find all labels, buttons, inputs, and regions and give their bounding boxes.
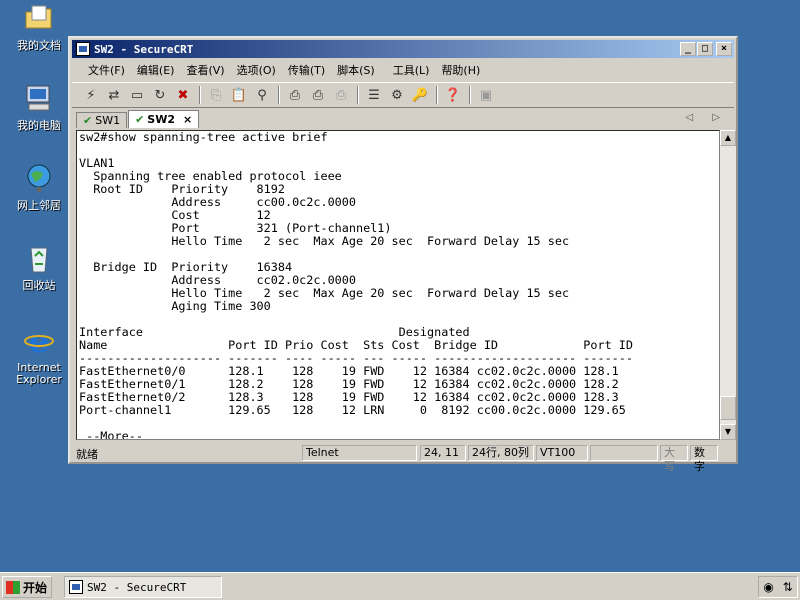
volume-icon[interactable]: ◉ bbox=[763, 580, 773, 594]
menu-script[interactable]: 脚本(S) bbox=[331, 62, 381, 78]
quick-connect-icon[interactable]: ⇄ bbox=[103, 85, 125, 105]
window-titlebar[interactable]: SW2 - SecureCRT _ □ × bbox=[72, 40, 734, 58]
help-icon[interactable]: ❓ bbox=[442, 85, 464, 105]
start-label: 开始 bbox=[23, 580, 48, 595]
terminal-scrollbar[interactable]: ▲ ▼ bbox=[720, 130, 736, 440]
print-setup-icon[interactable]: ⎙ bbox=[330, 85, 352, 105]
securecrt-app-icon bbox=[69, 580, 83, 594]
scroll-up-icon[interactable]: ▲ bbox=[720, 130, 736, 146]
recycle-bin-icon bbox=[30, 247, 48, 273]
menu-tools[interactable]: 工具(L) bbox=[387, 62, 436, 78]
window-title: SW2 - SecureCRT bbox=[94, 42, 194, 56]
tab-scroll-arrows[interactable]: ◁ ▷ bbox=[685, 112, 728, 123]
desktop-icon-label: Internet Explorer bbox=[16, 361, 62, 386]
toolbar-separator bbox=[357, 86, 359, 104]
menu-edit[interactable]: 编辑(E) bbox=[131, 62, 181, 78]
connect-in-tab-icon[interactable]: ▭ bbox=[126, 85, 148, 105]
menu-options[interactable]: 选项(O) bbox=[231, 62, 282, 78]
toolbar-separator bbox=[469, 86, 471, 104]
terminal-text: sw2#show spanning-tree active brief VLAN… bbox=[79, 130, 633, 440]
keymap-icon[interactable]: 🔑 bbox=[409, 85, 431, 105]
toolbar: ⚡ ⇄ ▭ ↻ ✖ ⎘ 📋 ⚲ ⎙ ⎙ ⎙ ☰ ⚙ 🔑 ❓ ▣ bbox=[72, 82, 734, 108]
paste-icon[interactable]: 📋 bbox=[228, 85, 250, 105]
status-num: 数字 bbox=[690, 445, 718, 473]
tab-sw2[interactable]: ✔ SW2 × bbox=[128, 110, 200, 128]
desktop-icon-recycle-bin[interactable]: 回收站 bbox=[4, 242, 74, 292]
menu-file[interactable]: 文件(F) bbox=[82, 62, 131, 78]
menu-view[interactable]: 查看(V) bbox=[180, 62, 230, 78]
window-controls: _ □ × bbox=[680, 42, 732, 56]
scrollbar-thumb[interactable] bbox=[720, 396, 736, 420]
toolbar-separator bbox=[278, 86, 280, 104]
status-empty bbox=[590, 445, 658, 461]
session-tabbar: ✔ SW1 ✔ SW2 × ◁ ▷ bbox=[72, 110, 734, 128]
status-ready: 就绪 bbox=[76, 448, 98, 461]
system-tray: ◉ ⇅ bbox=[758, 576, 798, 598]
connected-check-icon: ✔ bbox=[83, 114, 93, 127]
tab-label: SW1 bbox=[95, 114, 121, 127]
terminal-output[interactable]: sw2#show spanning-tree active brief VLAN… bbox=[76, 130, 720, 440]
securecrt-window: SW2 - SecureCRT _ □ × 文件(F) 编辑(E) 查看(V) … bbox=[68, 36, 738, 473]
desktop-icon-label: 我的文档 bbox=[17, 39, 61, 52]
svg-text:e: e bbox=[29, 324, 49, 356]
tab-label: SW2 bbox=[147, 113, 176, 126]
connected-check-icon: ✔ bbox=[135, 113, 145, 126]
desktop-icon-label: 回收站 bbox=[22, 279, 56, 292]
computer-icon bbox=[26, 85, 50, 111]
status-emulation: VT100 bbox=[536, 445, 588, 461]
connect-icon[interactable]: ⚡ bbox=[80, 85, 102, 105]
menu-transfer[interactable]: 传输(T) bbox=[282, 62, 331, 78]
toolbar-separator bbox=[199, 86, 201, 104]
menu-help[interactable]: 帮助(H) bbox=[435, 62, 486, 78]
securecrt-app-icon[interactable] bbox=[76, 42, 90, 56]
find-icon[interactable]: ⚲ bbox=[251, 85, 273, 105]
toolbar-separator bbox=[436, 86, 438, 104]
print-selection-icon[interactable]: ⎙ bbox=[307, 85, 329, 105]
copy-icon[interactable]: ⎘ bbox=[205, 85, 227, 105]
disconnect-icon[interactable]: ✖ bbox=[172, 85, 194, 105]
status-cursor: 24, 11 bbox=[420, 445, 466, 461]
windows-logo-icon bbox=[6, 580, 20, 594]
status-protocol: Telnet bbox=[302, 445, 417, 461]
tab-sw1[interactable]: ✔ SW1 bbox=[76, 112, 128, 128]
status-caps: 大写 bbox=[660, 445, 688, 473]
session-options-icon[interactable]: ☰ bbox=[363, 85, 385, 105]
menubar: 文件(F) 编辑(E) 查看(V) 选项(O) 传输(T) 脚本(S) 工具(L… bbox=[72, 60, 734, 80]
scroll-down-icon[interactable]: ▼ bbox=[720, 424, 736, 440]
tab-close-icon[interactable]: × bbox=[183, 113, 192, 126]
internet-explorer-icon: e bbox=[24, 322, 54, 360]
desktop-icon-label: 网上邻居 bbox=[17, 199, 61, 212]
sftp-icon[interactable]: ▣ bbox=[475, 85, 497, 105]
statusbar: 就绪 Telnet 24, 11 24行, 80列 VT100 大写 数字 bbox=[72, 444, 734, 473]
global-options-icon[interactable]: ⚙ bbox=[386, 85, 408, 105]
reconnect-icon[interactable]: ↻ bbox=[149, 85, 171, 105]
maximize-button[interactable]: □ bbox=[697, 42, 713, 56]
print-icon[interactable]: ⎙ bbox=[284, 85, 306, 105]
desktop-icon-internet-explorer[interactable]: e Internet Explorer bbox=[4, 322, 74, 386]
folder-icon bbox=[25, 5, 52, 29]
network-status-icon[interactable]: ⇅ bbox=[783, 580, 793, 594]
status-size: 24行, 80列 bbox=[468, 445, 534, 461]
taskbar: 开始 SW2 - SecureCRT ◉ ⇅ bbox=[0, 572, 800, 600]
close-button[interactable]: × bbox=[716, 42, 732, 56]
desktop-icon-network[interactable]: 网上邻居 bbox=[4, 162, 74, 212]
task-label: SW2 - SecureCRT bbox=[87, 580, 187, 594]
network-icon bbox=[27, 164, 51, 192]
desktop-icon-label: 我的电脑 bbox=[17, 119, 61, 132]
desktop-icon-my-documents[interactable]: 我的文档 bbox=[4, 2, 74, 52]
start-button[interactable]: 开始 bbox=[2, 576, 52, 598]
taskbar-securecrt[interactable]: SW2 - SecureCRT bbox=[64, 576, 222, 598]
desktop-icon-my-computer[interactable]: 我的电脑 bbox=[4, 82, 74, 132]
minimize-button[interactable]: _ bbox=[680, 42, 696, 56]
